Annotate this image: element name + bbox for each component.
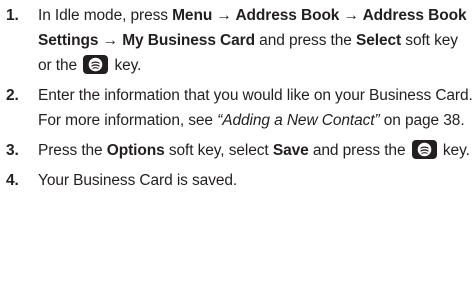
- step-text: Press the: [38, 142, 107, 159]
- select-label: Select: [356, 32, 402, 49]
- arrow: →: [339, 7, 363, 24]
- save-label: Save: [272, 142, 309, 159]
- step-number: 1.: [6, 7, 19, 24]
- select-key-icon: [83, 55, 109, 74]
- address-book-label: Address Book: [235, 7, 340, 24]
- cross-reference-link[interactable]: “Adding a New Contact”: [217, 112, 379, 129]
- instruction-steps: 1. In Idle mode, press Menu → Address Bo…: [0, 3, 473, 193]
- step-text: soft key, select: [164, 142, 273, 159]
- menu-label: Menu: [172, 7, 213, 24]
- step-text: and press the: [308, 142, 410, 159]
- step-text: key.: [438, 142, 470, 159]
- step-text: In Idle mode, press: [38, 7, 173, 24]
- select-key-icon: [411, 140, 437, 159]
- step-number: 2.: [6, 87, 19, 104]
- step-text: key.: [110, 57, 142, 74]
- step-3: 3. Press the Options soft key, select Sa…: [0, 138, 473, 163]
- arrow: →: [212, 7, 236, 24]
- step-1: 1. In Idle mode, press Menu → Address Bo…: [0, 3, 473, 78]
- step-text: and press the: [254, 32, 357, 49]
- arrow: →: [98, 32, 123, 49]
- step-number: 4.: [6, 172, 19, 189]
- step-2: 2. Enter the information that you would …: [0, 83, 473, 133]
- my-business-card-label: My Business Card: [122, 32, 255, 49]
- step-text: Your Business Card is saved.: [38, 172, 238, 189]
- options-label: Options: [106, 142, 165, 159]
- step-4: 4. Your Business Card is saved.: [0, 168, 473, 193]
- step-number: 3.: [6, 142, 19, 159]
- step-text: on page 38.: [379, 112, 465, 129]
